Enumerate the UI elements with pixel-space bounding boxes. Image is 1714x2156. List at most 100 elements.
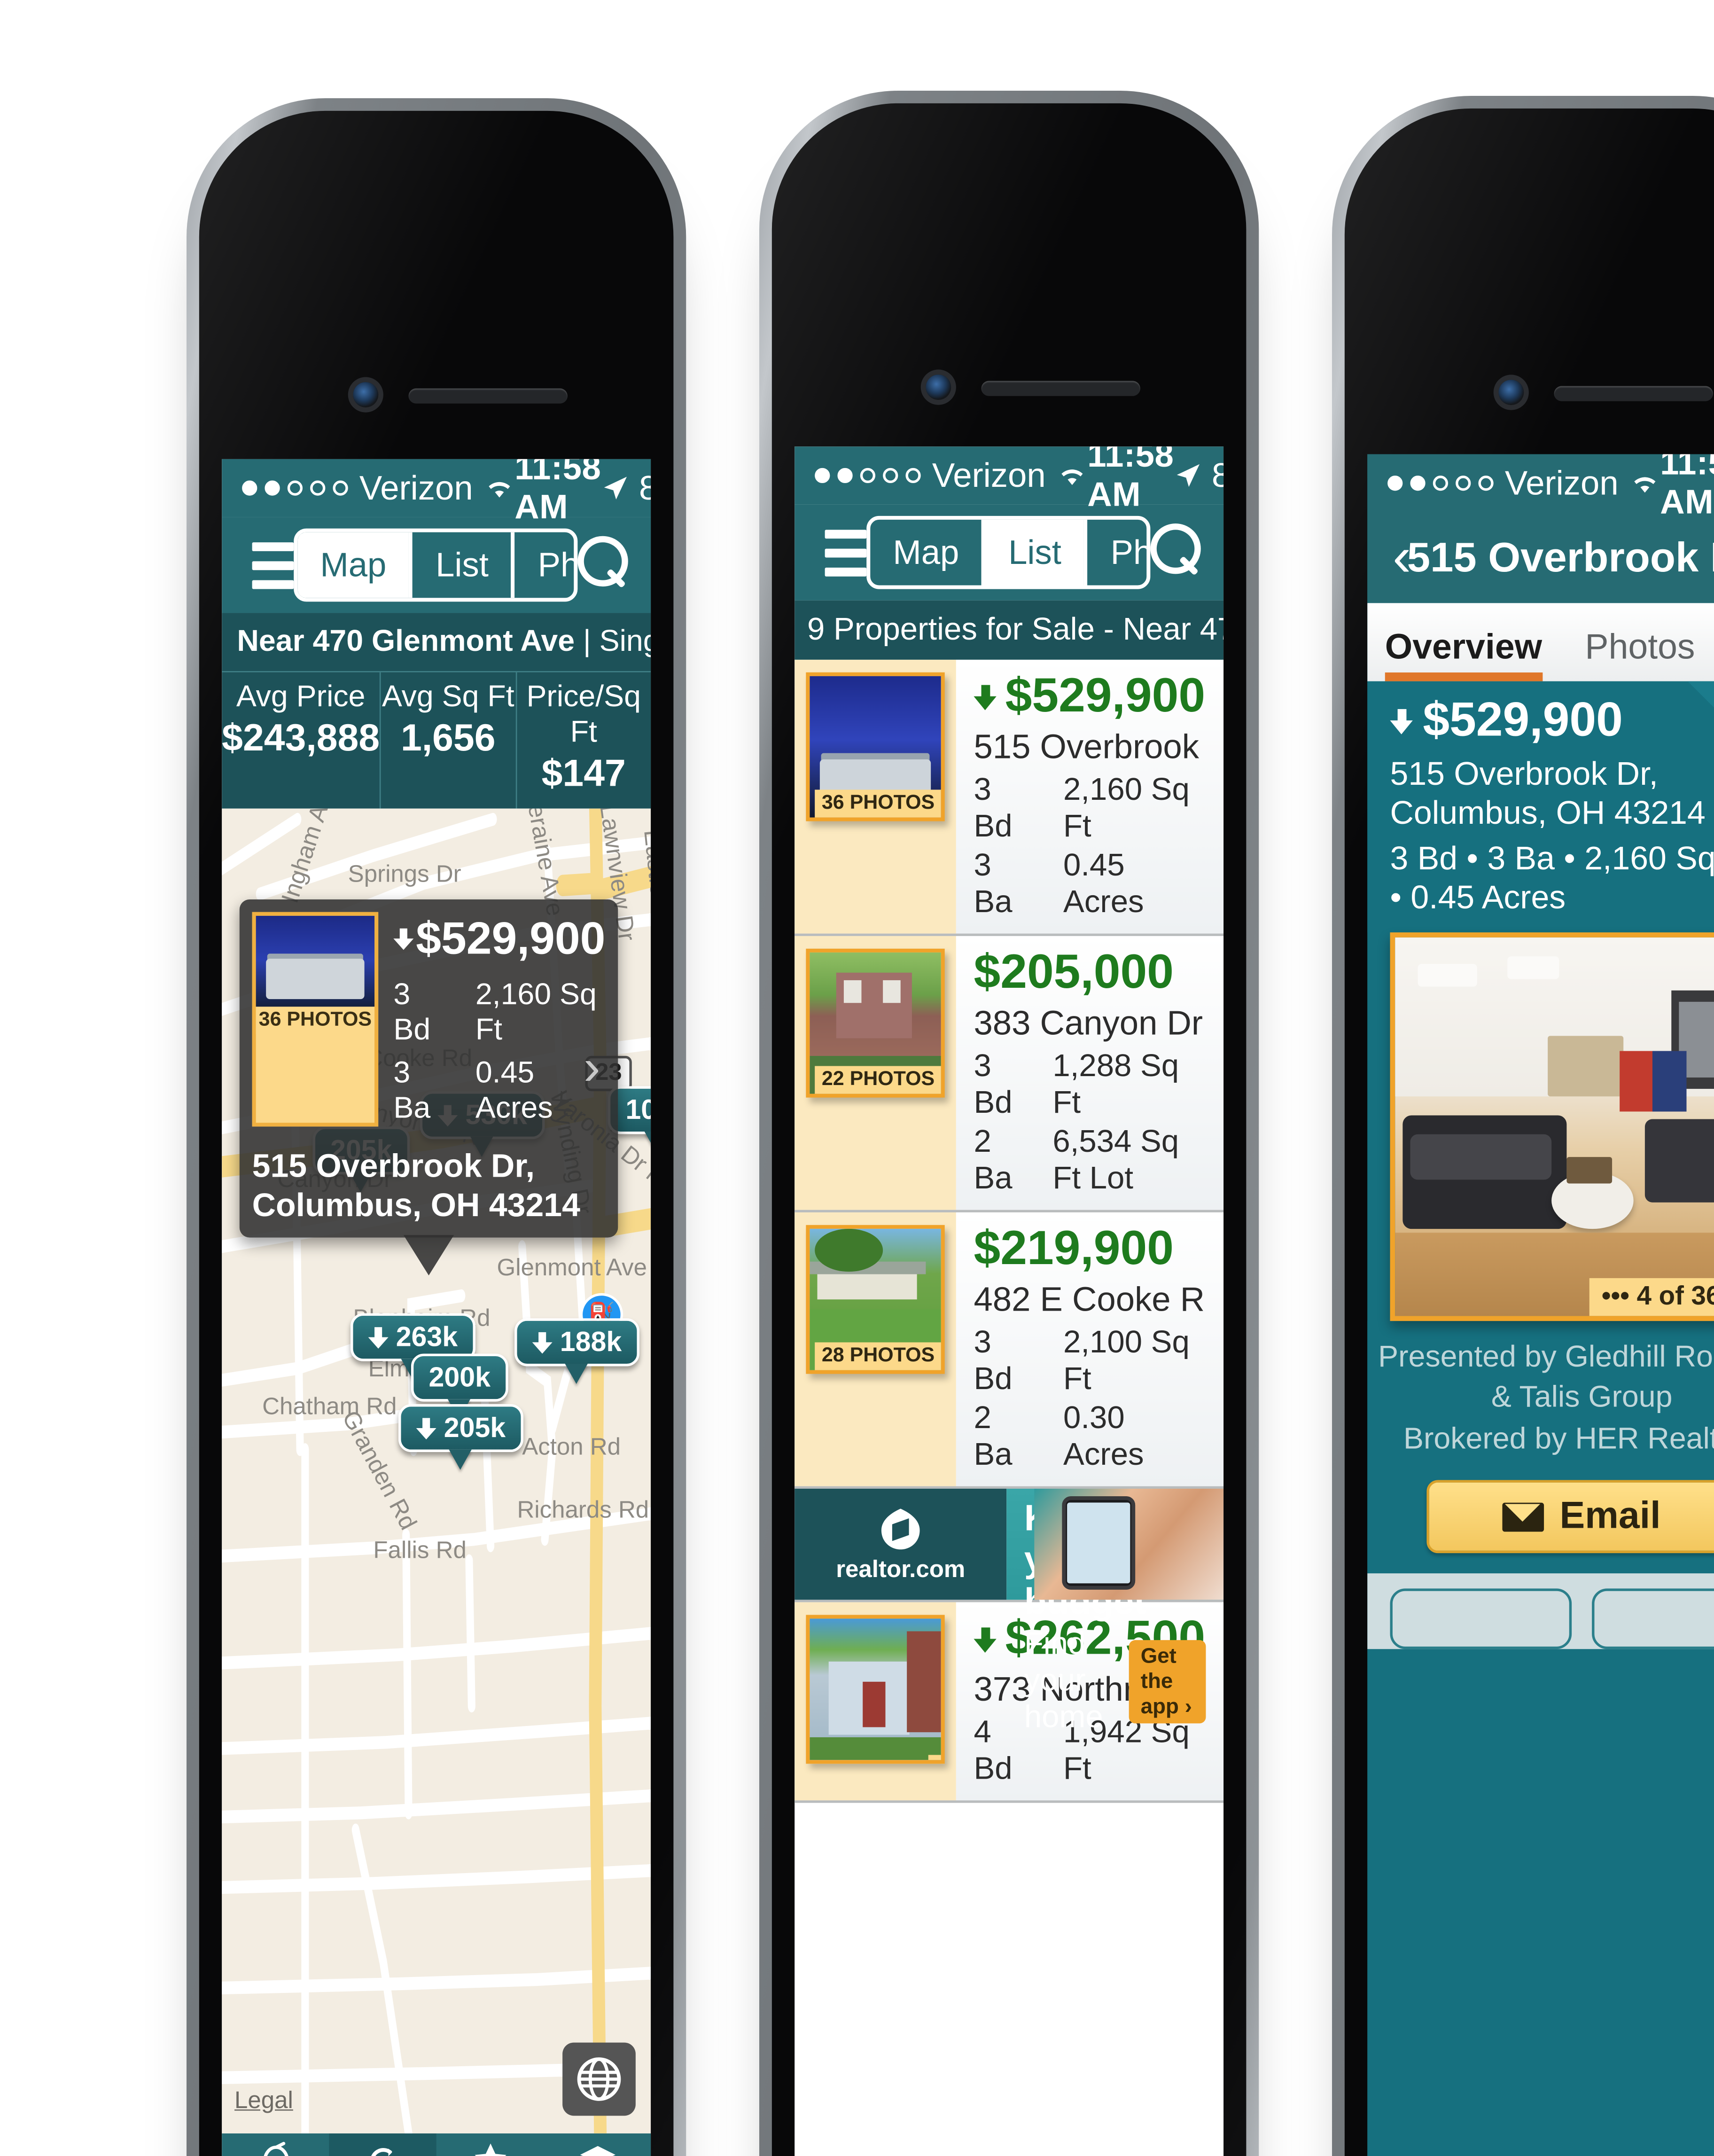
- photo-count-badge: 22 PHOTOS: [815, 1066, 941, 1094]
- price-value: $205,000: [974, 946, 1174, 1000]
- tab-map[interactable]: Map: [870, 520, 982, 586]
- photo-count-badge: 36 PHOTOS: [256, 1007, 375, 1035]
- phone-2-nav-bar: Map List Photos: [795, 504, 1224, 601]
- search-icon[interactable]: [577, 536, 629, 594]
- detail-specs: 3 Bd • 3 Ba • 2,160 Sq Ft • 0.45 Acres: [1390, 839, 1714, 916]
- toolbar-schools-button[interactable]: schools: [544, 2133, 651, 2156]
- spec-beds: 3 Bd: [974, 1325, 1013, 1397]
- listing-row[interactable]: 28 PHOTOS $219,900 482 E Cooke Rd, Colum…: [795, 1212, 1224, 1489]
- price-value: $529,900: [416, 912, 606, 964]
- brokered-by: Brokered by HER Realtors: [1403, 1422, 1714, 1456]
- phone-1-body: Verizon 11:58 AM 81%: [199, 111, 674, 2156]
- spec-baths: 3 Ba: [393, 1056, 431, 1126]
- tab-list[interactable]: List: [982, 520, 1084, 586]
- stat-value: 1,656: [401, 718, 496, 760]
- tab-list[interactable]: List: [409, 532, 512, 598]
- carrier-label: Verizon: [359, 469, 474, 507]
- status-right: 81%: [601, 469, 651, 508]
- email-button[interactable]: Email: [1427, 1480, 1714, 1554]
- saved-corner-flag[interactable]: ✓: [1688, 681, 1714, 790]
- realtor-wordmark: realtor.com: [836, 1556, 966, 1583]
- ad-cta-button[interactable]: Get the app ›: [1129, 1640, 1206, 1723]
- pin-label: 205k: [444, 1412, 506, 1444]
- realtor-mark-icon: [881, 1508, 920, 1549]
- status-left: Verizon: [815, 456, 1087, 495]
- property-thumbnail[interactable]: 22 PHOTOS: [806, 949, 945, 1098]
- lasso-draw-icon: [254, 2141, 297, 2156]
- price-drop-arrow-icon: [368, 1327, 389, 1348]
- property-thumbnail[interactable]: [806, 1615, 945, 1764]
- photo-count-badge: [928, 1755, 941, 1760]
- front-camera-icon: [353, 382, 379, 408]
- page-title: 515 Overbrook Dr: [1407, 533, 1714, 581]
- listing-row[interactable]: 22 PHOTOS $205,000 383 Canyon Dr N, Colu…: [795, 936, 1224, 1213]
- listing-row[interactable]: 36 PHOTOS $529,900 515 Overbrook Dr, Col…: [795, 660, 1224, 937]
- action-button-left[interactable]: [1390, 1588, 1572, 1649]
- pin-label: 105k: [625, 1094, 651, 1126]
- hamburger-icon[interactable]: [825, 529, 867, 576]
- property-thumbnail[interactable]: 28 PHOTOS: [806, 1225, 945, 1374]
- view-mode-segmented-control[interactable]: Map List Photos: [866, 516, 1150, 589]
- map-price-pin[interactable]: 188k: [514, 1318, 640, 1367]
- tab-photos[interactable]: Photos: [1585, 627, 1695, 681]
- listing-info: $205,000 383 Canyon Dr N, Columbu… 3 Bd2…: [956, 936, 1224, 1210]
- spec-lot: 6,534 Sq Ft Lot: [1052, 1124, 1179, 1196]
- view-mode-segmented-control[interactable]: Map List Photos: [294, 529, 577, 602]
- stat-value: $147: [541, 753, 626, 795]
- phone-1-screen: Verizon 11:58 AM 81%: [222, 459, 651, 2156]
- map-property-callout[interactable]: 36 PHOTOS $529,900 3 Bd 3 Ba 2,160 Sq Ft…: [240, 899, 618, 1276]
- signal-strength-icon: [1387, 476, 1494, 491]
- search-icon[interactable]: [1150, 523, 1201, 582]
- tab-map[interactable]: Map: [297, 532, 410, 598]
- listing-thumb-wrap: 22 PHOTOS: [795, 936, 957, 1210]
- stat-value: $243,888: [222, 718, 380, 760]
- photo-count-badge: 36 PHOTOS: [815, 789, 941, 818]
- stat-price-per-sqft: Price/Sq Ft $147: [515, 672, 651, 809]
- toolbar-draw-button[interactable]: draw: [222, 2133, 329, 2156]
- map-view[interactable]: Ingham Ave Springs Dr Coleraine Ave Lawn…: [222, 809, 651, 2134]
- presented-by: Presented by Gledhill Robbins & Talis Gr…: [1378, 1340, 1714, 1415]
- listing-price: $529,900: [974, 670, 1206, 724]
- battery-percent: 81%: [1212, 456, 1223, 495]
- pin-label: 200k: [428, 1361, 491, 1393]
- chevron-right-icon[interactable]: ›: [584, 1040, 600, 1097]
- wifi-icon: [1634, 477, 1656, 493]
- spec-beds: 3 Bd: [974, 1048, 1013, 1121]
- status-right: 81%: [1174, 456, 1223, 495]
- ad-subline: Find your home: [1024, 1626, 1104, 1735]
- listing-thumb-wrap: [795, 1602, 957, 1801]
- battery-percent: 81%: [639, 469, 651, 508]
- toolbar-save-button[interactable]: save: [436, 2133, 544, 2156]
- phone-device-3: Verizon 11:58 AM 81% ‹ 515 Overbrook Dr: [1332, 96, 1714, 2156]
- tab-overview[interactable]: Overview: [1385, 627, 1542, 681]
- tab-photos[interactable]: Photos: [511, 532, 574, 598]
- toolbar-scout-button[interactable]: scout: [329, 2133, 437, 2156]
- stat-avg-sqft: Avg Sq Ft 1,656: [380, 672, 515, 809]
- ad-content[interactable]: Know your budget Find your home Get the …: [1006, 1489, 1224, 1735]
- spec-beds: 4 Bd: [974, 1714, 1013, 1787]
- map-street-label: Acton Rd: [522, 1434, 621, 1461]
- tab-photos[interactable]: Photos: [1084, 520, 1146, 586]
- property-thumbnail[interactable]: 36 PHOTOS: [806, 672, 945, 821]
- property-thumbnail[interactable]: 36 PHOTOS: [252, 912, 379, 1127]
- property-photo[interactable]: ••• 4 of 36 •••: [1390, 932, 1714, 1321]
- globe-layers-icon[interactable]: [562, 2043, 636, 2116]
- breadcrumb[interactable]: Near 470 Glenmont Ave | Single Family Ho…: [222, 613, 651, 672]
- spec-sqft: 2,160 Sq Ft: [1063, 772, 1190, 844]
- listing-price: $219,900: [974, 1223, 1206, 1277]
- stat-label: Avg Sq Ft: [382, 680, 515, 714]
- map-price-pin[interactable]: 200k: [411, 1353, 508, 1402]
- price-value: $529,900: [1423, 694, 1623, 747]
- advertisement-banner[interactable]: realtor.com Know your budget Find your h…: [795, 1489, 1224, 1735]
- hamburger-icon[interactable]: [252, 542, 294, 589]
- detail-tabs[interactable]: Overview Photos Details School: [1367, 603, 1714, 681]
- price-drop-arrow-icon: [974, 684, 998, 710]
- realtor-logo: realtor.com: [795, 1489, 1007, 1600]
- map-price-pin[interactable]: 205k: [398, 1404, 524, 1453]
- market-stats-bar: Avg Price $243,888 Avg Sq Ft 1,656 Price…: [222, 671, 651, 809]
- listing-address: 515 Overbrook Dr, Columbu…: [974, 728, 1206, 766]
- wifi-icon: [489, 482, 510, 498]
- map-legal-link[interactable]: Legal: [234, 2088, 293, 2116]
- carrier-label: Verizon: [1505, 463, 1619, 502]
- action-button-right[interactable]: [1592, 1588, 1714, 1649]
